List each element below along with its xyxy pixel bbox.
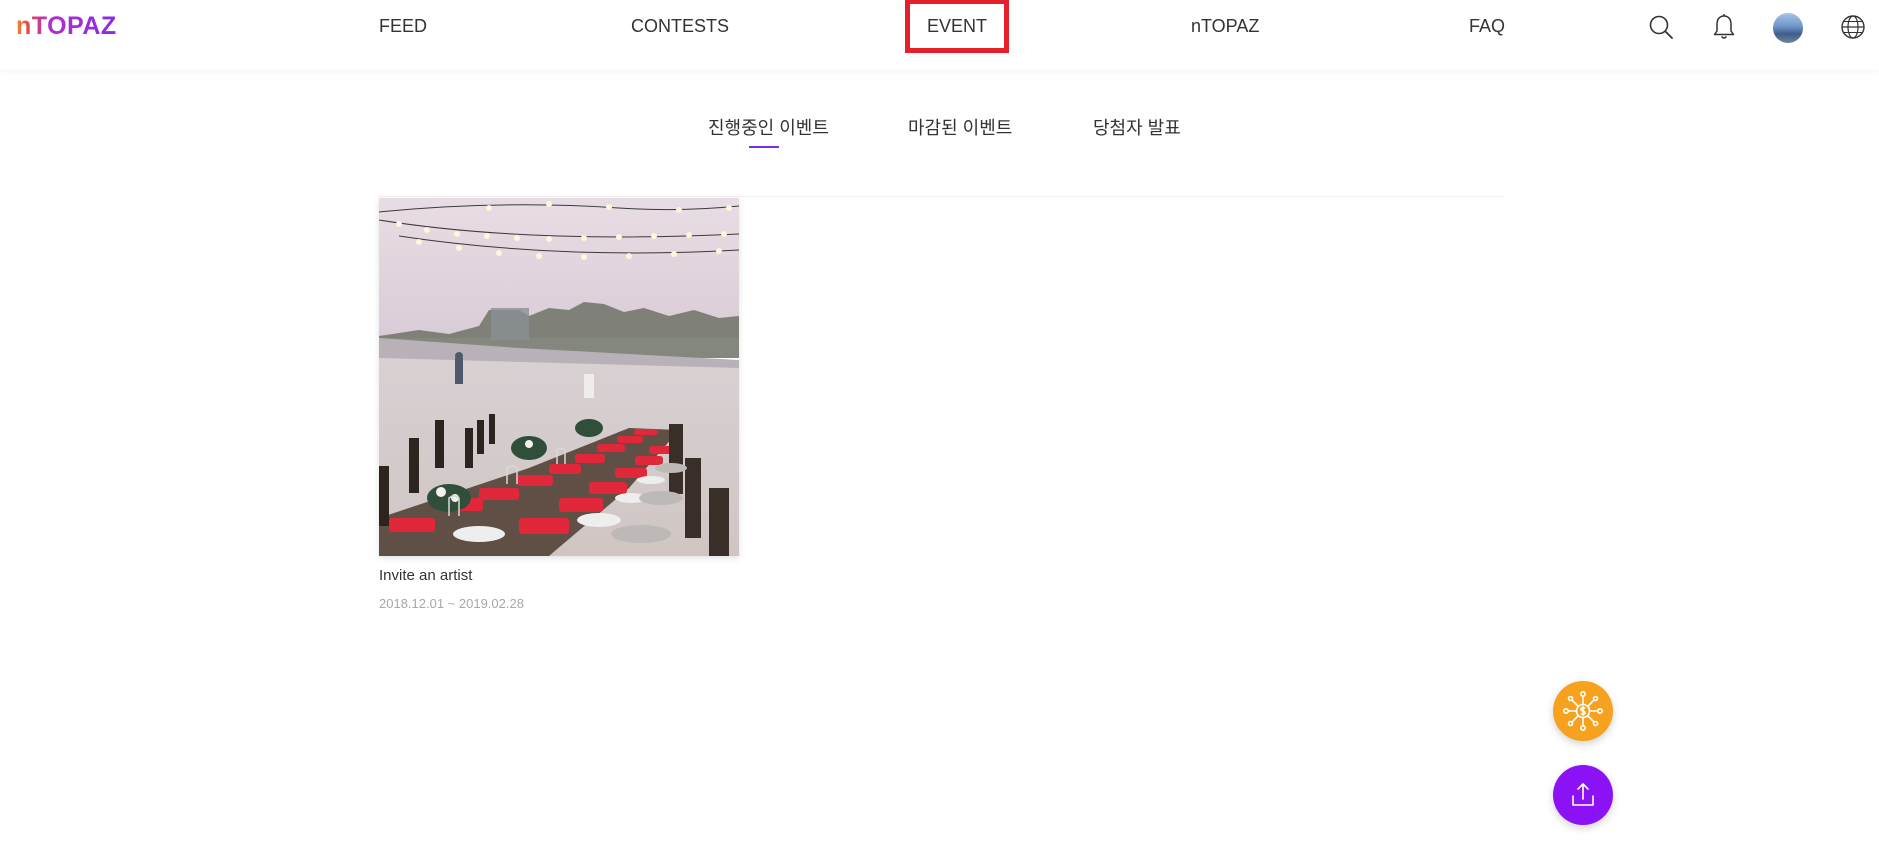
bell-icon[interactable] [1709, 12, 1739, 42]
search-icon[interactable] [1646, 12, 1676, 42]
event-subtabs: 진행중인 이벤트 마감된 이벤트 당첨자 발표 [0, 112, 1879, 152]
nav-event[interactable]: EVENT [904, 0, 1010, 53]
tab-label: 진행중인 이벤트 [708, 118, 829, 138]
nav-contests[interactable]: CONTESTS [631, 14, 729, 38]
event-date-range: 2018.12.01 ~ 2019.02.28 [379, 596, 524, 611]
event-card[interactable]: Invite an artist 2018.12.01 ~ 2019.02.28 [379, 198, 739, 613]
tab-winners-announcement[interactable]: 당첨자 발표 [1093, 116, 1181, 140]
upload-button[interactable] [1553, 765, 1613, 825]
globe-icon[interactable] [1838, 12, 1868, 42]
event-thumbnail-image[interactable] [379, 198, 739, 556]
network-coin-button[interactable] [1553, 681, 1613, 741]
nav-feed[interactable]: FEED [379, 14, 427, 38]
ntopaz-logo[interactable]: nTOPAZ [16, 11, 117, 41]
nav-faq[interactable]: FAQ [1469, 14, 1505, 38]
content-divider [379, 196, 1504, 197]
upload-icon [1572, 783, 1594, 806]
nav-ntopaz[interactable]: nTOPAZ [1191, 14, 1259, 38]
tab-label: 마감된 이벤트 [908, 118, 1013, 138]
avatar[interactable] [1773, 13, 1803, 43]
active-tab-underline [749, 146, 779, 148]
event-title[interactable]: Invite an artist [379, 566, 739, 586]
tab-closed-events[interactable]: 마감된 이벤트 [908, 116, 1012, 140]
top-navigation: nTOPAZ FEED CONTESTS EVENT nTOPAZ FAQ [0, 0, 1879, 70]
tab-ongoing-events[interactable]: 진행중인 이벤트 [708, 116, 829, 148]
network-coin-icon [1562, 690, 1603, 731]
tab-label: 당첨자 발표 [1093, 118, 1181, 138]
